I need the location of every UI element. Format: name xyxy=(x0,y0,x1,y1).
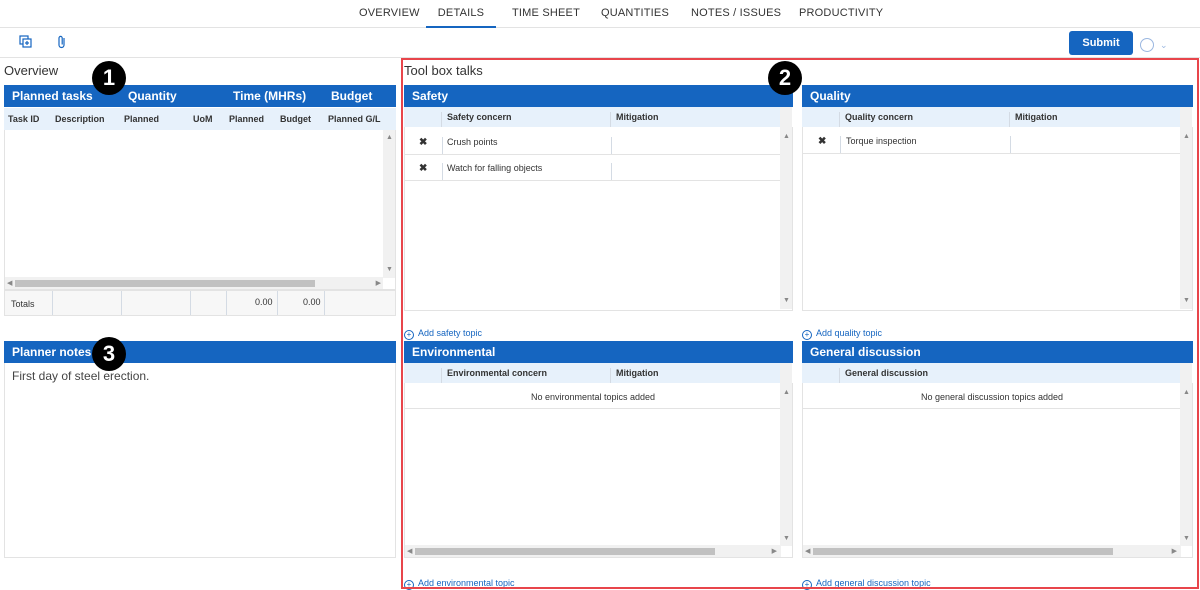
col-planned-gl[interactable]: Planned G/L xyxy=(328,114,381,124)
chevron-down-icon[interactable]: ⌄ xyxy=(1160,40,1168,51)
top-tabs: OVERVIEW DETAILS TIME SHEET QUANTITIES N… xyxy=(0,0,1200,28)
callout-2: 2 xyxy=(768,61,802,95)
overview-title: Overview xyxy=(4,63,59,78)
tab-quantities[interactable]: QUANTITIES xyxy=(601,7,669,19)
callout-1: 1 xyxy=(92,61,126,95)
tab-notes-issues[interactable]: NOTES / ISSUES xyxy=(691,7,781,19)
tab-details[interactable]: DETAILS xyxy=(426,7,496,28)
group-quantity: Quantity xyxy=(128,89,177,103)
submit-button[interactable]: Submit xyxy=(1069,31,1133,55)
user-avatar-icon[interactable] xyxy=(1140,38,1154,52)
tab-overview[interactable]: OVERVIEW xyxy=(359,7,420,19)
col-quantity-planned[interactable]: Planned xyxy=(124,114,159,124)
col-time-budget[interactable]: Budget xyxy=(280,114,311,124)
toolbox-highlight-box xyxy=(401,58,1199,589)
overview-vertical-scrollbar[interactable]: ▲ ▼ xyxy=(383,130,395,278)
group-time: Time (MHRs) xyxy=(233,89,307,103)
copy-add-icon[interactable] xyxy=(18,35,34,51)
toolbar xyxy=(0,28,1200,58)
col-task-id[interactable]: Task ID xyxy=(8,114,39,124)
tab-time-sheet[interactable]: TIME SHEET xyxy=(512,7,580,19)
group-planned-tasks: Planned tasks xyxy=(12,89,93,103)
planner-notes-header: Planner notes xyxy=(4,341,396,363)
planner-notes-panel[interactable]: First day of steel erection. xyxy=(4,363,396,558)
col-description[interactable]: Description xyxy=(55,114,105,124)
totals-time-planned: 0.00 xyxy=(255,297,273,307)
overview-horizontal-scrollbar[interactable]: ◀ ▶ xyxy=(5,277,383,289)
overview-totals-row: Totals 0.00 0.00 xyxy=(4,290,396,316)
totals-time-budget: 0.00 xyxy=(303,297,321,307)
callout-3: 3 xyxy=(92,337,126,371)
tab-productivity[interactable]: PRODUCTIVITY xyxy=(799,7,883,19)
overview-grid-body: ▲ ▼ ◀ ▶ xyxy=(4,130,396,290)
col-time-planned[interactable]: Planned xyxy=(229,114,264,124)
planner-notes-title: Planner notes xyxy=(12,345,92,359)
overview-column-header: Task ID Description Planned UoM Planned … xyxy=(4,108,396,130)
overview-group-header: Planned tasks Quantity Time (MHRs) Budge… xyxy=(4,85,396,107)
group-budget: Budget xyxy=(331,89,373,103)
totals-label: Totals xyxy=(11,299,35,309)
planner-notes-text: First day of steel erection. xyxy=(12,369,150,383)
paperclip-icon[interactable] xyxy=(54,35,70,51)
col-uom[interactable]: UoM xyxy=(193,114,213,124)
